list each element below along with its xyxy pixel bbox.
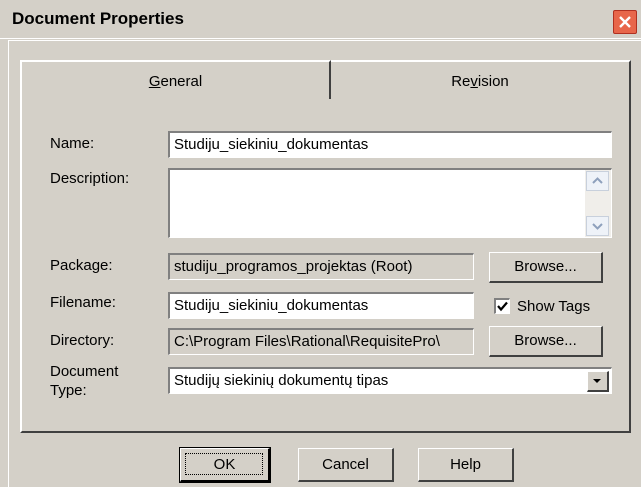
directory-field: C:\Program Files\Rational\RequisitePro\ bbox=[168, 328, 474, 355]
scroll-up-icon bbox=[592, 177, 603, 184]
package-browse-button[interactable]: Browse... bbox=[489, 252, 603, 283]
tab-revision-label: Revision bbox=[451, 73, 509, 90]
checkmark-icon bbox=[497, 301, 508, 312]
scroll-up-button[interactable] bbox=[586, 171, 609, 191]
tab-general[interactable]: General bbox=[20, 60, 331, 99]
name-field[interactable]: Studiju_siekiniu_dokumentas bbox=[168, 131, 612, 158]
show-tags-label[interactable]: Show Tags bbox=[517, 298, 590, 315]
tab-revision[interactable]: Revision bbox=[331, 60, 631, 99]
document-type-label-line2: Type: bbox=[50, 382, 87, 399]
name-label: Name: bbox=[50, 135, 95, 152]
scroll-down-icon bbox=[592, 223, 603, 230]
document-type-dropdown-button[interactable] bbox=[587, 371, 609, 392]
filename-label: Filename: bbox=[50, 294, 116, 311]
ok-button[interactable]: OK bbox=[179, 447, 271, 483]
dropdown-arrow-icon bbox=[593, 379, 601, 383]
document-type-select[interactable]: Studijų siekinių dokumentų tipas bbox=[168, 367, 612, 394]
description-field[interactable] bbox=[168, 168, 612, 238]
window-title: Document Properties bbox=[12, 9, 184, 28]
directory-label: Directory: bbox=[50, 332, 115, 349]
directory-browse-button[interactable]: Browse... bbox=[489, 326, 603, 357]
description-label: Description: bbox=[50, 170, 130, 187]
filename-field[interactable]: Studiju_siekiniu_dokumentas bbox=[168, 292, 474, 319]
scroll-down-button[interactable] bbox=[586, 216, 609, 236]
package-label: Package: bbox=[50, 257, 113, 274]
tab-general-label: General bbox=[148, 73, 203, 90]
ok-focus-rect bbox=[185, 453, 263, 475]
package-field: studiju_programos_projektas (Root) bbox=[168, 253, 474, 280]
help-button[interactable]: Help bbox=[418, 448, 514, 482]
document-type-value: Studijų siekinių dokumentų tipas bbox=[174, 372, 389, 389]
close-button[interactable] bbox=[613, 10, 637, 34]
document-type-label-line1: Document bbox=[50, 363, 119, 380]
show-tags-checkbox[interactable] bbox=[494, 298, 510, 314]
title-bar: Document Properties bbox=[0, 0, 641, 39]
cancel-button[interactable]: Cancel bbox=[298, 448, 394, 482]
description-scrollbar[interactable] bbox=[585, 170, 611, 237]
close-icon bbox=[619, 16, 631, 28]
